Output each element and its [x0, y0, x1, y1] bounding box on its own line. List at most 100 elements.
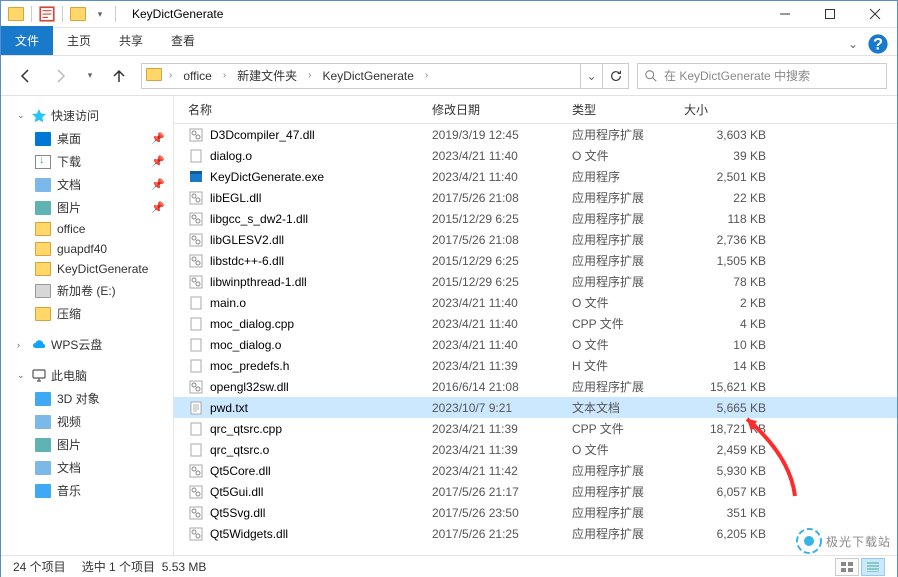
- qat-overflow-icon[interactable]: ▾: [91, 5, 109, 23]
- file-row[interactable]: pwd.txt2023/10/7 9:21文本文档5,665 KB: [174, 397, 897, 418]
- sidebar-item[interactable]: 文档📌: [1, 173, 173, 196]
- maximize-button[interactable]: [807, 1, 852, 28]
- file-size: 18,721 KB: [684, 422, 774, 436]
- chevron-down-icon: ⌄: [17, 110, 27, 121]
- ribbon-tab-home[interactable]: 主页: [53, 26, 105, 55]
- breadcrumb-segment[interactable]: office: [177, 64, 217, 88]
- file-row[interactable]: libEGL.dll2017/5/26 21:08应用程序扩展22 KB: [174, 187, 897, 208]
- file-icon: [188, 421, 204, 437]
- sidebar-item[interactable]: KeyDictGenerate: [1, 259, 173, 279]
- file-type: O 文件: [572, 147, 684, 164]
- column-date[interactable]: 修改日期: [432, 101, 572, 118]
- file-row[interactable]: opengl32sw.dll2016/6/14 21:08应用程序扩展15,62…: [174, 376, 897, 397]
- folder-icon[interactable]: [69, 5, 87, 23]
- file-name: qrc_qtsrc.cpp: [210, 422, 282, 436]
- file-row[interactable]: Qt5Svg.dll2017/5/26 23:50应用程序扩展351 KB: [174, 502, 897, 523]
- file-size: 118 KB: [684, 212, 774, 226]
- sidebar-this-pc[interactable]: ⌄ 此电脑: [1, 364, 173, 387]
- sidebar-quick-access[interactable]: ⌄ 快速访问: [1, 104, 173, 127]
- sidebar-item[interactable]: 图片📌: [1, 196, 173, 219]
- forward-button[interactable]: [47, 62, 75, 90]
- sidebar-item[interactable]: guapdf40: [1, 239, 173, 259]
- file-row[interactable]: moc_predefs.h2023/4/21 11:39H 文件14 KB: [174, 355, 897, 376]
- file-row[interactable]: Qt5Gui.dll2017/5/26 21:17应用程序扩展6,057 KB: [174, 481, 897, 502]
- file-type: O 文件: [572, 294, 684, 311]
- chevron-right-icon[interactable]: ›: [422, 70, 431, 81]
- recent-dropdown[interactable]: ▾: [83, 62, 97, 90]
- sidebar-item[interactable]: 图片: [1, 433, 173, 456]
- search-input[interactable]: [664, 69, 880, 83]
- sidebar-item[interactable]: 3D 对象: [1, 387, 173, 410]
- file-type: 应用程序扩展: [572, 231, 684, 248]
- pin-icon: 📌: [151, 155, 165, 168]
- ribbon-tab-file[interactable]: 文件: [1, 26, 53, 55]
- view-details-button[interactable]: [861, 558, 885, 576]
- close-button[interactable]: [852, 1, 897, 28]
- file-row[interactable]: qrc_qtsrc.o2023/4/21 11:39O 文件2,459 KB: [174, 439, 897, 460]
- pin-icon: 📌: [151, 201, 165, 214]
- chevron-right-icon[interactable]: ›: [166, 70, 175, 81]
- folder-icon[interactable]: [7, 5, 25, 23]
- column-size[interactable]: 大小: [684, 101, 897, 118]
- file-icon: [188, 337, 204, 353]
- up-button[interactable]: [105, 62, 133, 90]
- file-row[interactable]: libstdc++-6.dll2015/12/29 6:25应用程序扩展1,50…: [174, 250, 897, 271]
- sidebar-item-label: 3D 对象: [57, 390, 171, 407]
- view-thumbnails-button[interactable]: [835, 558, 859, 576]
- ribbon-tab-view[interactable]: 查看: [157, 26, 209, 55]
- breadcrumb[interactable]: › office › 新建文件夹 › KeyDictGenerate › ⌄: [141, 63, 629, 89]
- sidebar-item[interactable]: 下载📌: [1, 150, 173, 173]
- file-row[interactable]: main.o2023/4/21 11:40O 文件2 KB: [174, 292, 897, 313]
- file-type: O 文件: [572, 336, 684, 353]
- file-date: 2023/4/21 11:39: [432, 359, 572, 373]
- file-name: Qt5Widgets.dll: [210, 527, 288, 541]
- file-row[interactable]: dialog.o2023/4/21 11:40O 文件39 KB: [174, 145, 897, 166]
- sidebar-item[interactable]: 新加卷 (E:): [1, 279, 173, 302]
- sidebar-item[interactable]: 视频: [1, 410, 173, 433]
- file-date: 2019/3/19 12:45: [432, 128, 572, 142]
- file-rows[interactable]: D3Dcompiler_47.dll2019/3/19 12:45应用程序扩展3…: [174, 124, 897, 555]
- sidebar-item[interactable]: 桌面📌: [1, 127, 173, 150]
- properties-icon[interactable]: [38, 5, 56, 23]
- file-row[interactable]: moc_dialog.o2023/4/21 11:40O 文件10 KB: [174, 334, 897, 355]
- search-box[interactable]: [637, 63, 887, 89]
- file-row[interactable]: moc_dialog.cpp2023/4/21 11:40CPP 文件4 KB: [174, 313, 897, 334]
- file-row[interactable]: Qt5Widgets.dll2017/5/26 21:25应用程序扩展6,205…: [174, 523, 897, 544]
- file-name: KeyDictGenerate.exe: [210, 170, 324, 184]
- file-date: 2023/4/21 11:42: [432, 464, 572, 478]
- breadcrumb-dropdown[interactable]: ⌄: [580, 64, 602, 88]
- help-icon[interactable]: ?: [867, 33, 889, 55]
- chevron-right-icon[interactable]: ›: [220, 70, 229, 81]
- refresh-button[interactable]: [602, 64, 628, 88]
- navigation-pane[interactable]: ⌄ 快速访问 桌面📌下载📌文档📌图片📌officeguapdf40KeyDict…: [1, 96, 174, 555]
- file-size: 10 KB: [684, 338, 774, 352]
- ribbon-tab-share[interactable]: 共享: [105, 26, 157, 55]
- column-type[interactable]: 类型: [572, 101, 684, 118]
- sidebar-item[interactable]: 压缩: [1, 302, 173, 325]
- file-type: 应用程序扩展: [572, 210, 684, 227]
- file-date: 2017/5/26 21:08: [432, 191, 572, 205]
- chevron-right-icon[interactable]: ›: [305, 70, 314, 81]
- minimize-button[interactable]: [762, 1, 807, 28]
- ribbon-expand-icon[interactable]: ⌄: [845, 36, 861, 52]
- file-size: 2 KB: [684, 296, 774, 310]
- back-button[interactable]: [11, 62, 39, 90]
- file-size: 14 KB: [684, 359, 774, 373]
- sidebar-item-label: 压缩: [57, 305, 171, 322]
- column-name[interactable]: 名称: [188, 101, 432, 118]
- file-row[interactable]: Qt5Core.dll2023/4/21 11:42应用程序扩展5,930 KB: [174, 460, 897, 481]
- file-type: 应用程序扩展: [572, 483, 684, 500]
- file-row[interactable]: D3Dcompiler_47.dll2019/3/19 12:45应用程序扩展3…: [174, 124, 897, 145]
- sidebar-item[interactable]: 音乐: [1, 479, 173, 502]
- sidebar-item[interactable]: 文档: [1, 456, 173, 479]
- sidebar-wps-cloud[interactable]: › WPS云盘: [1, 333, 173, 356]
- sidebar-item[interactable]: office: [1, 219, 173, 239]
- breadcrumb-segment[interactable]: KeyDictGenerate: [317, 64, 420, 88]
- breadcrumb-segment[interactable]: 新建文件夹: [231, 64, 303, 88]
- file-row[interactable]: libGLESV2.dll2017/5/26 21:08应用程序扩展2,736 …: [174, 229, 897, 250]
- file-date: 2023/4/21 11:40: [432, 149, 572, 163]
- file-row[interactable]: libwinpthread-1.dll2015/12/29 6:25应用程序扩展…: [174, 271, 897, 292]
- file-row[interactable]: libgcc_s_dw2-1.dll2015/12/29 6:25应用程序扩展1…: [174, 208, 897, 229]
- file-row[interactable]: KeyDictGenerate.exe2023/4/21 11:40应用程序2,…: [174, 166, 897, 187]
- file-row[interactable]: qrc_qtsrc.cpp2023/4/21 11:39CPP 文件18,721…: [174, 418, 897, 439]
